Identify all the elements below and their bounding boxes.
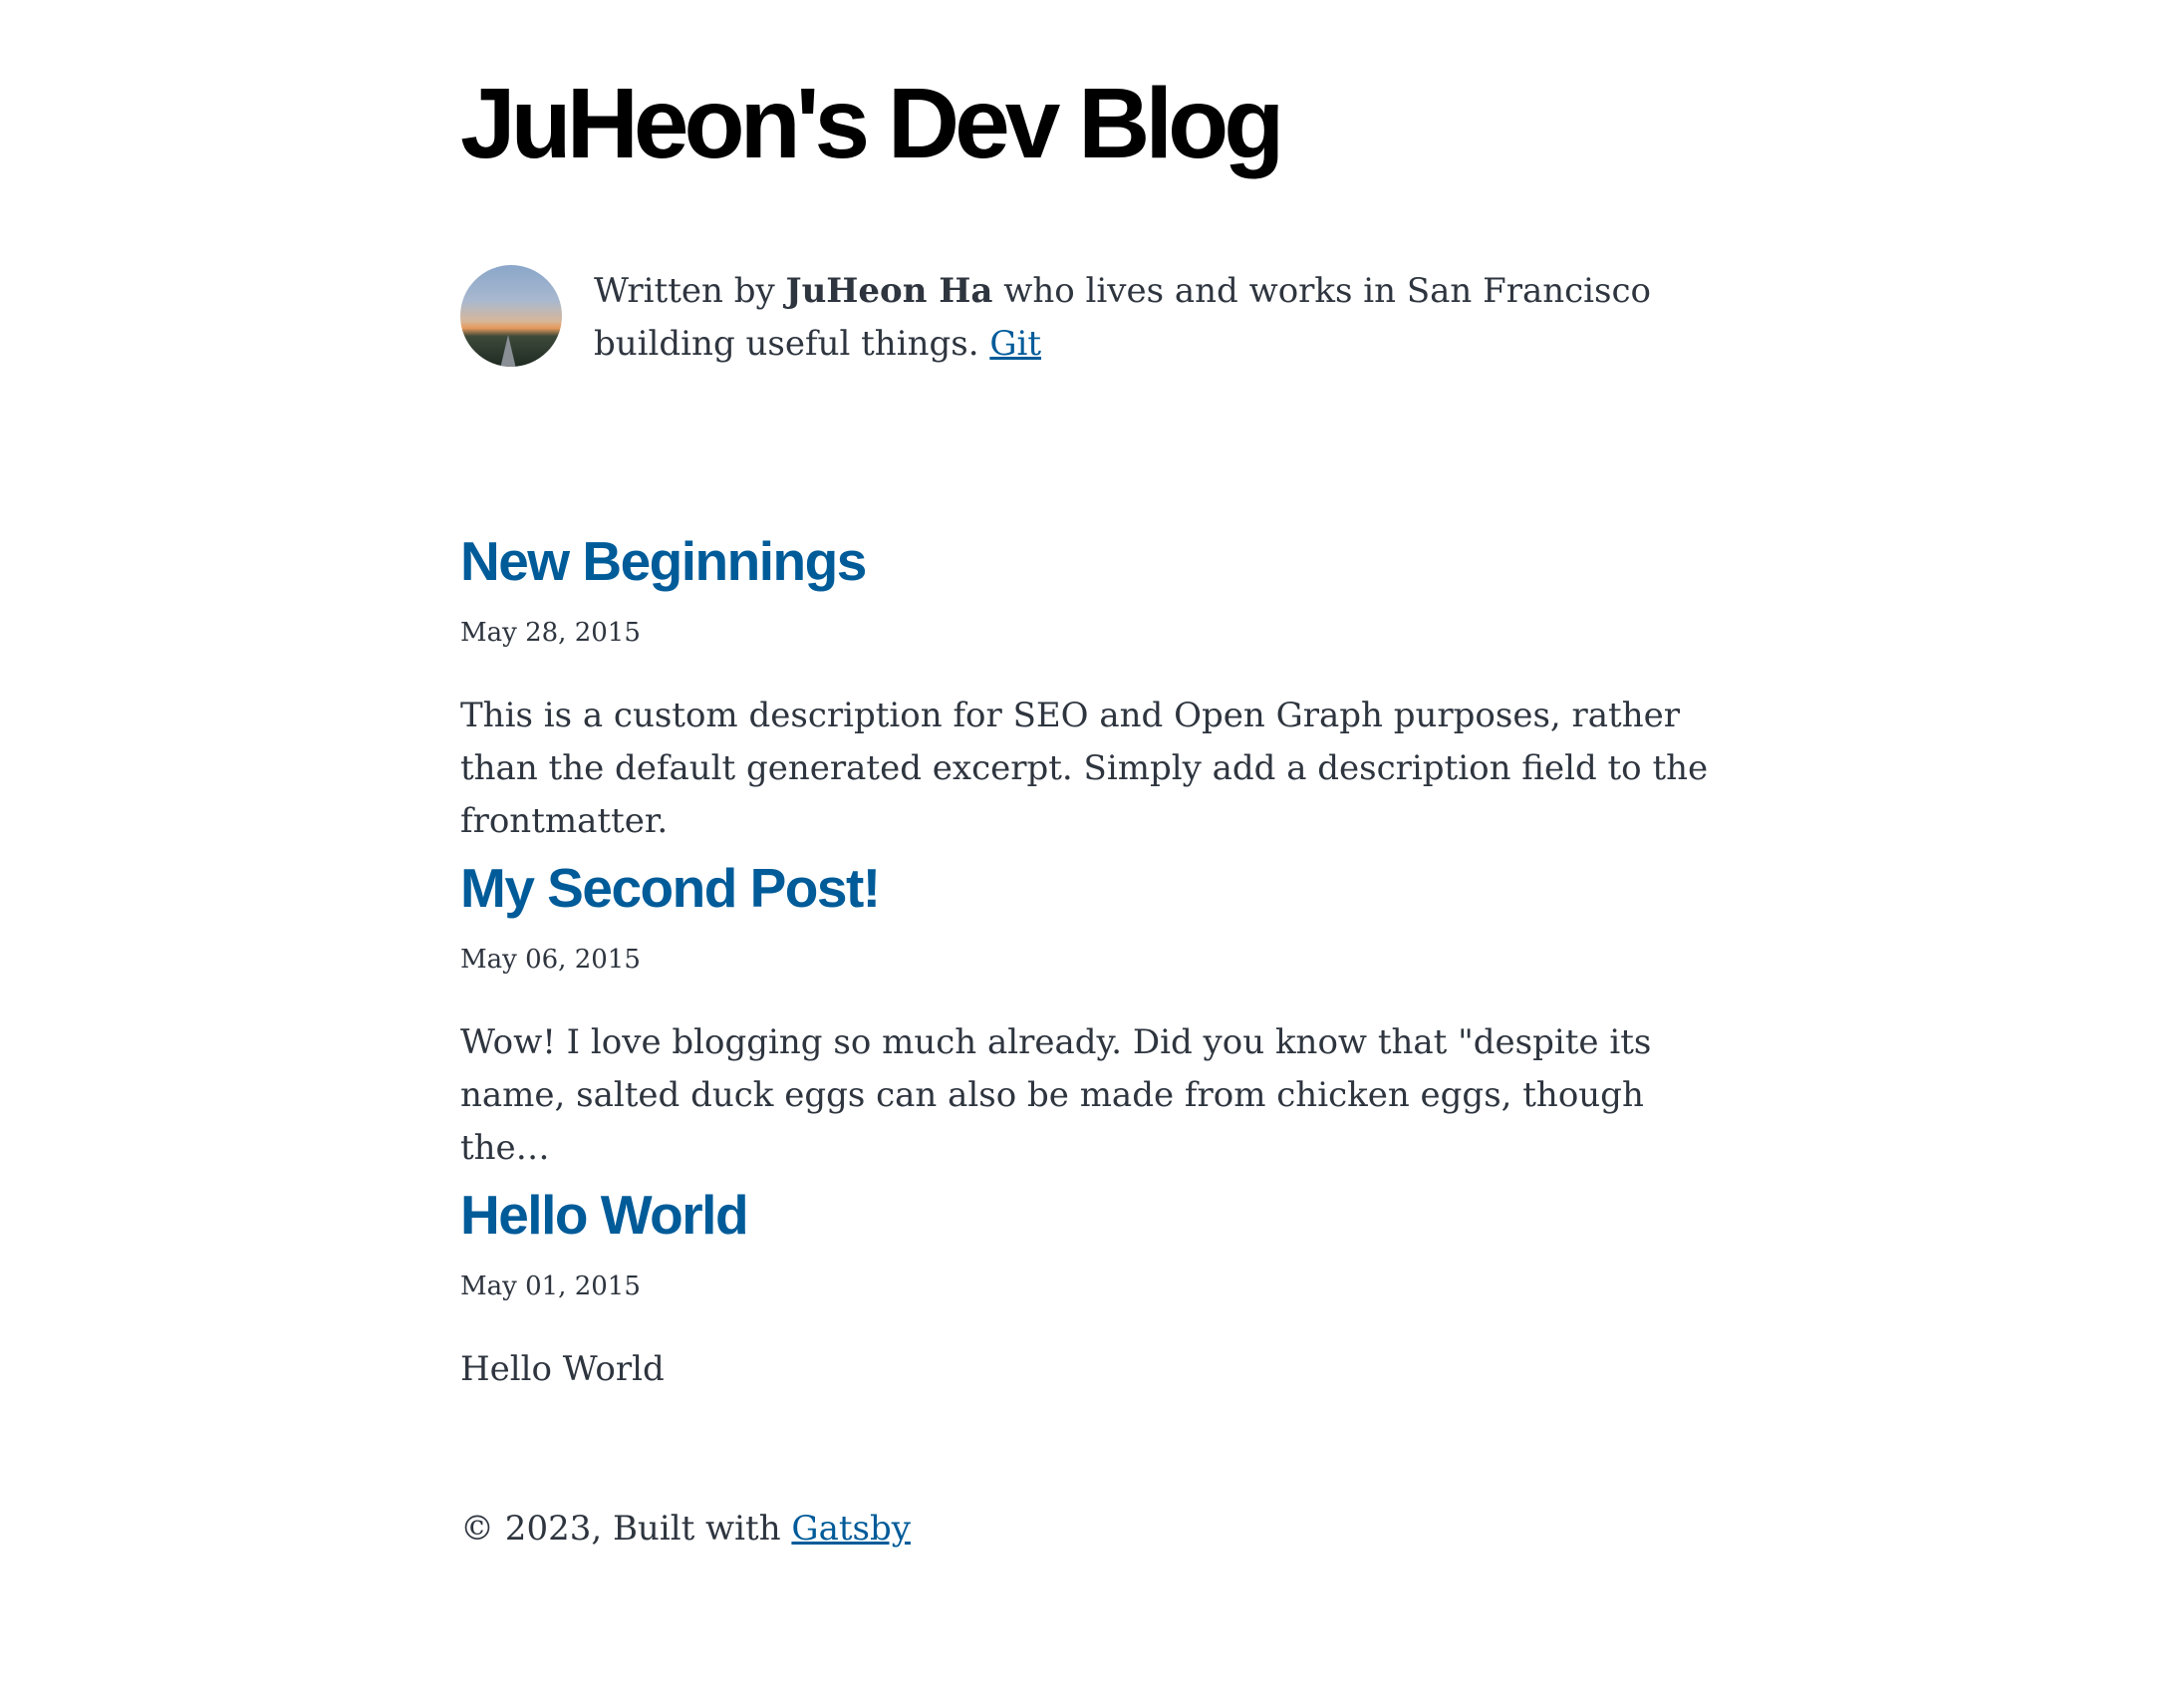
bio-text: Written by JuHeon Ha who lives and works… — [594, 265, 1724, 371]
post-date: May 06, 2015 — [460, 945, 641, 975]
bio-prefix: Written by — [594, 271, 786, 311]
avatar — [460, 265, 562, 367]
post-title-link[interactable]: New Beginnings — [460, 528, 1724, 594]
site-title[interactable]: JuHeon's Dev Blog — [460, 64, 1284, 183]
post-title-link[interactable]: Hello World — [460, 1182, 1724, 1248]
gatsby-link[interactable]: Gatsby — [791, 1509, 911, 1549]
post-date: May 01, 2015 — [460, 1272, 641, 1301]
post-item: New Beginnings May 28, 2015 This is a cu… — [460, 528, 1724, 848]
post-item: My Second Post! May 06, 2015 Wow! I love… — [460, 855, 1724, 1175]
post-item: Hello World May 01, 2015 Hello World — [460, 1182, 1724, 1396]
avatar-road-shape — [500, 335, 516, 367]
post-description: This is a custom description for SEO and… — [460, 696, 1709, 841]
post-date: May 28, 2015 — [460, 618, 641, 648]
bio: Written by JuHeon Ha who lives and works… — [460, 265, 1724, 371]
footer: © 2023, Built with Gatsby — [460, 1503, 911, 1556]
git-link[interactable]: Git — [989, 324, 1041, 364]
post-title-link[interactable]: My Second Post! — [460, 855, 1724, 921]
footer-copyright: © 2023, Built with — [460, 1509, 792, 1549]
post-description: Wow! I love blogging so much already. Di… — [460, 1022, 1652, 1168]
bio-author: JuHeon Ha — [785, 271, 993, 311]
post-description: Hello World — [460, 1349, 665, 1389]
